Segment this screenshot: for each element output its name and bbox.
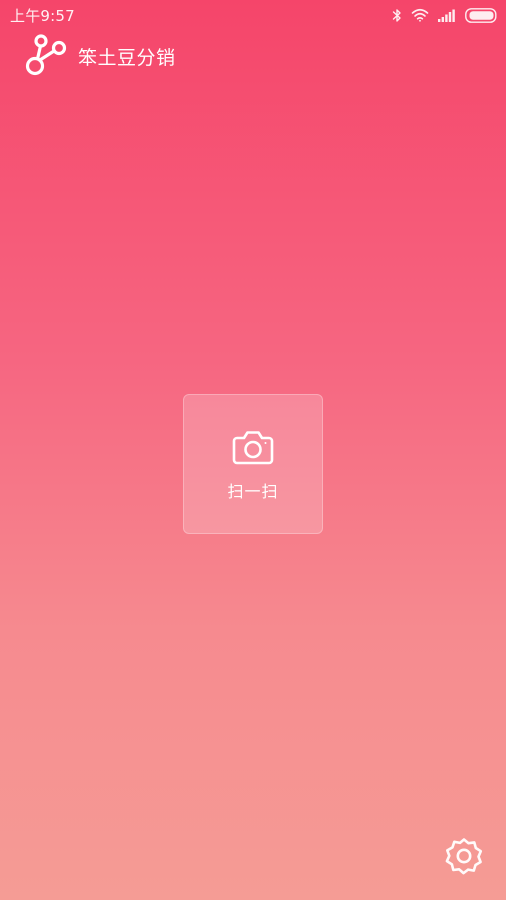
bluetooth-icon [392,8,402,23]
scan-label: 扫一扫 [227,482,279,501]
signal-icon [438,9,456,22]
status-bar: 上午9:57 [0,0,506,30]
status-time: 上午9:57 [10,6,75,25]
scan-button[interactable]: 扫一扫 [183,394,323,534]
molecule-logo-icon [24,32,68,80]
gear-icon [445,837,483,879]
app-header: 笨土豆分销 [24,34,176,78]
camera-icon [232,428,274,466]
battery-icon [465,7,498,23]
app-title: 笨土豆分销 [78,46,176,69]
wifi-icon [411,8,429,22]
status-icons [392,7,498,23]
settings-button[interactable] [444,838,484,878]
